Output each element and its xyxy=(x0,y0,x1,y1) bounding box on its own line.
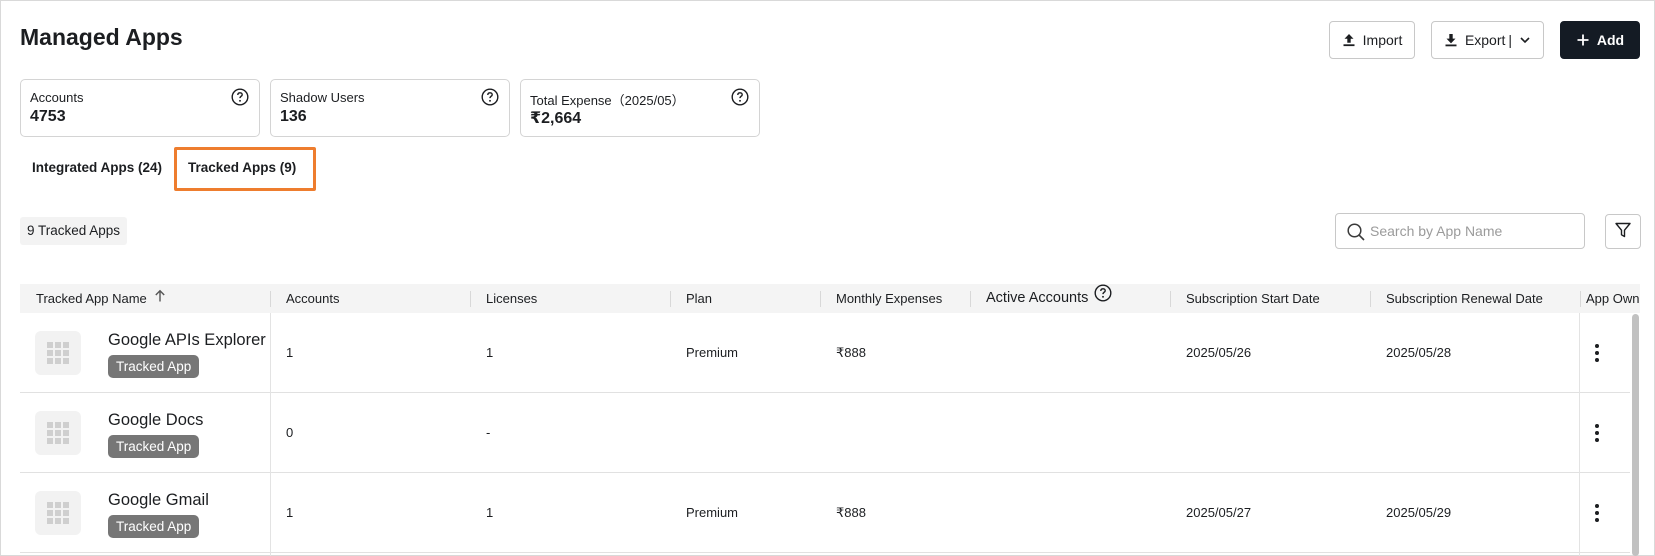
column-divider[interactable] xyxy=(1580,291,1581,307)
summary-label: Shadow Users xyxy=(280,90,365,105)
app-grid-icon xyxy=(35,491,81,535)
tracked-app-badge: Tracked App xyxy=(108,355,200,378)
summary-card-total-expense: Total Expense（2025/05） ₹2,664 xyxy=(520,79,760,137)
column-divider[interactable] xyxy=(670,291,671,307)
more-vertical-icon[interactable] xyxy=(1594,503,1600,528)
column-border xyxy=(1579,313,1580,556)
app-name[interactable]: Google Docs xyxy=(108,411,203,430)
plus-icon xyxy=(1576,33,1590,47)
summary-label: Total Expense（2025/05） xyxy=(530,93,685,108)
renewal-date-cell: 2025/05/28 xyxy=(1386,345,1452,360)
help-icon[interactable] xyxy=(731,88,749,111)
filter-icon xyxy=(1614,221,1632,242)
export-button[interactable]: Export | xyxy=(1431,21,1544,59)
summary-card-shadow-users: Shadow Users 136 xyxy=(270,79,510,137)
tab-tracked-apps[interactable]: Tracked Apps (9) xyxy=(188,160,296,175)
app-grid-icon xyxy=(35,331,81,375)
column-header-subscription-start-date[interactable]: Subscription Start Date xyxy=(1186,284,1320,313)
search-icon xyxy=(1346,222,1366,247)
export-label: Export xyxy=(1464,32,1506,48)
summary-value: 4753 xyxy=(30,108,66,125)
sort-ascending-icon[interactable] xyxy=(153,284,167,313)
column-divider[interactable] xyxy=(270,291,271,307)
accounts-cell: 1 xyxy=(286,345,294,360)
tracked-app-badge: Tracked App xyxy=(108,435,200,458)
licenses-cell: 1 xyxy=(486,505,494,520)
column-header-licenses[interactable]: Licenses xyxy=(486,284,537,313)
plan-cell: Premium xyxy=(686,345,739,360)
app-name[interactable]: Google Gmail xyxy=(108,491,209,510)
help-icon[interactable] xyxy=(1094,284,1112,313)
column-border xyxy=(270,313,271,556)
column-header-app-name[interactable]: Tracked App Name xyxy=(36,284,167,313)
column-header-accounts[interactable]: Accounts xyxy=(286,284,339,313)
column-header-active-accounts[interactable]: Active Accounts xyxy=(986,284,1112,313)
monthly-expenses-cell: ₹888 xyxy=(836,345,866,360)
tracked-apps-table: Tracked App Name Accounts Licenses Plan … xyxy=(20,284,1640,556)
tracked-app-badge: Tracked App xyxy=(108,515,200,538)
column-divider[interactable] xyxy=(970,291,971,307)
table-row[interactable]: Google APIs Explorer Tracked App 1 1 Pre… xyxy=(20,313,1630,393)
filter-button[interactable] xyxy=(1605,214,1641,249)
column-header-subscription-renewal-date[interactable]: Subscription Renewal Date xyxy=(1386,284,1543,313)
help-icon[interactable] xyxy=(231,88,249,111)
page-title: Managed Apps xyxy=(20,24,183,50)
column-divider[interactable] xyxy=(1170,291,1171,307)
table-row[interactable]: Google Docs Tracked App 0 - xyxy=(20,393,1630,473)
start-date-cell: 2025/05/27 xyxy=(1186,505,1252,520)
table-row[interactable]: Google Gmail Tracked App 1 1 Premium ₹88… xyxy=(20,473,1630,553)
renewal-date-cell: 2025/05/29 xyxy=(1386,505,1452,520)
add-label: Add xyxy=(1596,32,1625,48)
import-button[interactable]: Import xyxy=(1329,21,1415,59)
licenses-cell: - xyxy=(486,425,491,440)
add-button[interactable]: Add xyxy=(1560,21,1640,59)
tab-integrated-apps[interactable]: Integrated Apps (24) xyxy=(32,160,162,175)
chevron-down-icon[interactable] xyxy=(1519,34,1531,46)
search-box xyxy=(1335,213,1585,249)
more-vertical-icon[interactable] xyxy=(1594,343,1600,368)
summary-label: Accounts xyxy=(30,90,84,105)
more-vertical-icon[interactable] xyxy=(1594,423,1600,448)
export-separator: | xyxy=(1508,32,1513,48)
plan-cell: Premium xyxy=(686,505,739,520)
accounts-cell: 0 xyxy=(286,425,294,440)
monthly-expenses-cell: ₹888 xyxy=(836,505,866,520)
column-header-plan[interactable]: Plan xyxy=(686,284,712,313)
column-header-monthly-expenses[interactable]: Monthly Expenses xyxy=(836,284,942,313)
accounts-cell: 1 xyxy=(286,505,294,520)
upload-icon xyxy=(1342,33,1356,47)
app-grid-icon xyxy=(35,411,81,455)
start-date-cell: 2025/05/26 xyxy=(1186,345,1252,360)
search-input[interactable] xyxy=(1370,215,1576,247)
download-icon xyxy=(1444,33,1458,47)
table-header: Tracked App Name Accounts Licenses Plan … xyxy=(20,284,1640,313)
column-divider[interactable] xyxy=(1370,291,1371,307)
column-divider[interactable] xyxy=(820,291,821,307)
licenses-cell: 1 xyxy=(486,345,494,360)
summary-value: 136 xyxy=(280,108,307,125)
app-name[interactable]: Google APIs Explorer xyxy=(108,331,266,350)
tracked-apps-count: 9 Tracked Apps xyxy=(20,217,128,245)
column-divider[interactable] xyxy=(470,291,471,307)
vertical-scrollbar[interactable] xyxy=(1632,314,1639,556)
column-header-app-owner[interactable]: App Owner xyxy=(1586,284,1640,313)
help-icon[interactable] xyxy=(481,88,499,111)
summary-card-accounts: Accounts 4753 xyxy=(20,79,260,137)
import-label: Import xyxy=(1362,32,1403,48)
summary-value: ₹2,664 xyxy=(530,110,582,127)
